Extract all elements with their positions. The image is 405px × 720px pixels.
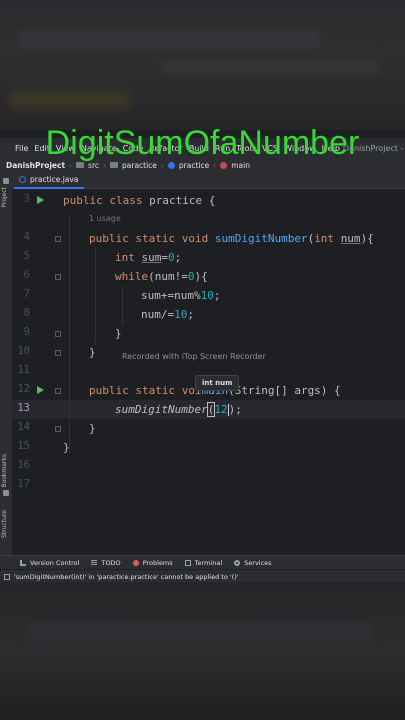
menu-vcs[interactable]: VCS: [259, 144, 281, 153]
blurred-background-top: [0, 0, 405, 130]
line-number: 3: [23, 193, 30, 205]
indent-guide: [69, 214, 70, 454]
blurred-background-bottom: [0, 582, 405, 720]
fold-icon[interactable]: [55, 350, 61, 356]
editor-tab-label: practice.java: [30, 175, 79, 184]
line-number: 14: [17, 421, 30, 433]
chevron-right-icon: ›: [103, 160, 106, 170]
menu-refactor[interactable]: Refactor: [146, 144, 186, 153]
code-line-8: num/=10;: [141, 308, 194, 321]
status-message: 'sumDigitNumber(int)' in 'paractice.prac…: [14, 572, 239, 581]
line-number: 17: [17, 478, 30, 490]
usage-hint[interactable]: 1 usage: [89, 214, 121, 223]
tool-terminal[interactable]: Terminal: [184, 559, 222, 567]
breadcrumb-project[interactable]: DanishProject: [6, 161, 65, 170]
fold-icon[interactable]: [55, 388, 61, 394]
breadcrumb-package[interactable]: paractice: [122, 161, 157, 170]
line-number: 12: [17, 383, 30, 395]
method-icon: [220, 161, 228, 169]
code-line-6: while(num!=0){: [115, 270, 208, 283]
code-line-13: sumDigitNumber(12);: [115, 402, 242, 417]
breadcrumb-class[interactable]: practice: [179, 161, 209, 170]
project-panel-tab[interactable]: Project: [1, 187, 8, 208]
line-number-current: 13: [17, 402, 30, 414]
line-number: 10: [17, 345, 30, 357]
menu-code[interactable]: Code: [120, 144, 146, 153]
indent-guide: [95, 247, 96, 343]
fold-icon[interactable]: [55, 236, 61, 242]
package-icon: [110, 162, 118, 168]
menu-view[interactable]: View: [53, 144, 78, 153]
breadcrumb: DanishProject › src › paractice › practi…: [0, 158, 405, 173]
code-line-5: int sum=0;: [115, 251, 182, 264]
window-project-title: DanishProject - prac: [342, 143, 405, 153]
indent-guide: [122, 285, 123, 325]
code-line-3: public class practice {: [63, 194, 216, 207]
terminal-icon: [184, 560, 191, 566]
line-number: 15: [17, 440, 30, 452]
fold-icon[interactable]: [55, 274, 61, 280]
menu-navigate[interactable]: Navigate: [78, 144, 120, 153]
line-number: 8: [23, 307, 30, 319]
chevron-right-icon: ›: [69, 160, 73, 170]
tool-window-bar: Version Control TODO Problems Terminal S…: [0, 555, 405, 570]
menu-edit[interactable]: Edit: [31, 144, 53, 153]
fold-icon[interactable]: [55, 331, 61, 337]
services-icon: [234, 560, 241, 566]
status-layout-icon[interactable]: [4, 573, 10, 580]
parameter-info-tooltip: int num: [195, 375, 240, 391]
branch-icon: [20, 560, 26, 566]
code-line-4: public static void sumDigitNumber(int nu…: [89, 232, 374, 245]
code-line-14: }: [89, 422, 96, 435]
recorder-watermark: Recorded with iTop Screen Recorder: [122, 352, 266, 361]
tool-problems[interactable]: Problems: [132, 559, 173, 567]
structure-panel-tab[interactable]: Structure: [1, 510, 8, 538]
menu-build[interactable]: Build: [186, 144, 212, 153]
java-class-icon: [19, 176, 26, 183]
code-line-15: }: [63, 441, 70, 454]
chevron-right-icon: ›: [213, 160, 217, 170]
line-number: 6: [23, 269, 30, 281]
line-number: 5: [23, 250, 30, 262]
line-number: 9: [23, 326, 30, 338]
blur-shape: [30, 622, 370, 642]
folder-icon: [76, 162, 85, 168]
status-bar: 'sumDigitNumber(int)' in 'paractice.prac…: [0, 569, 405, 583]
code-editor[interactable]: 3 4 5 6 7 8 9 10 11 12 13 14 15 16 17 pu…: [12, 189, 405, 555]
tool-todo[interactable]: TODO: [91, 559, 121, 567]
breadcrumb-src[interactable]: src: [88, 161, 99, 170]
chevron-right-icon: ›: [160, 160, 164, 170]
blur-shape: [10, 92, 130, 108]
tool-services[interactable]: Services: [234, 559, 272, 567]
fold-icon[interactable]: [55, 426, 61, 432]
bookmark-icon[interactable]: [3, 490, 9, 496]
bookmarks-panel-tab[interactable]: Bookmarks: [1, 454, 8, 488]
editor-tab-bar: practice.java: [12, 172, 405, 189]
error-icon: [132, 560, 139, 566]
project-panel-icon[interactable]: [3, 178, 9, 184]
breadcrumb-method[interactable]: main: [231, 161, 250, 170]
menu-window[interactable]: Window: [281, 144, 319, 153]
todo-list-icon: [91, 560, 98, 566]
tool-version-control[interactable]: Version Control: [20, 559, 79, 567]
line-number: 11: [17, 364, 30, 376]
menu-tools[interactable]: Tools: [233, 144, 259, 153]
line-number: 16: [17, 459, 30, 471]
run-main-icon[interactable]: [37, 386, 44, 394]
blur-shape: [160, 60, 380, 74]
code-line-10: }: [89, 346, 96, 359]
run-class-icon[interactable]: [37, 196, 44, 204]
blur-shape: [20, 30, 320, 48]
line-number: 7: [23, 288, 30, 300]
code-line-9: }: [115, 327, 122, 340]
menu-help[interactable]: Help: [319, 144, 343, 153]
code-line-7: sum+=num%10;: [141, 289, 221, 302]
line-number: 4: [23, 231, 30, 243]
editor-tab-practice-java[interactable]: practice.java: [14, 172, 85, 189]
class-icon: [167, 161, 175, 169]
menu-file[interactable]: File: [12, 144, 31, 153]
menu-run[interactable]: Run: [212, 144, 233, 153]
menu-bar: File Edit View Navigate Code Refactor Bu…: [0, 138, 405, 158]
